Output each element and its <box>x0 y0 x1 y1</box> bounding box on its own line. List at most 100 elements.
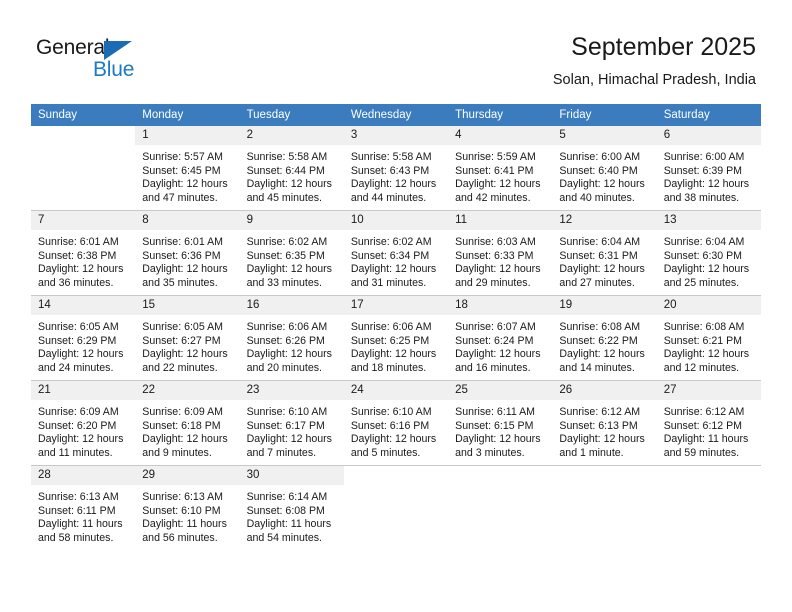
calendar-day-cell[interactable]: 23 Sunrise: 6:10 AM Sunset: 6:17 PM Dayligh… <box>239 380 344 466</box>
calendar-week-row: 21 Sunrise: 6:09 AM Sunset: 6:20 PM Dayligh… <box>31 380 761 466</box>
calendar-day-cell[interactable]: 15 Sunrise: 6:05 AM Sunset: 6:27 PM Dayligh… <box>135 295 240 381</box>
calendar-day-cell[interactable]: 8 Sunrise: 6:01 AM Sunset: 6:36 PM Daylight… <box>135 210 240 296</box>
calendar-day-cell[interactable]: 14 Sunrise: 6:05 AM Sunset: 6:29 PM Dayligh… <box>31 295 136 381</box>
sunrise-time: Sunrise: 6:11 AM <box>455 406 536 418</box>
calendar-day-cell[interactable]: 11 Sunrise: 6:03 AM Sunset: 6:33 PM Dayligh… <box>448 210 553 296</box>
calendar-day-cell[interactable]: 21 Sunrise: 6:09 AM Sunset: 6:20 PM Dayligh… <box>31 380 136 466</box>
calendar-cell-empty <box>31 126 136 211</box>
day-cell-content: 24 Sunrise: 6:10 AM Sunset: 6:16 PM Dayligh… <box>343 381 449 465</box>
weekday-header-friday: Friday <box>552 104 657 126</box>
day-cell-content: 6 Sunrise: 6:00 AM Sunset: 6:39 PM Daylight… <box>656 126 761 210</box>
calendar-day-cell[interactable]: 25 Sunrise: 6:11 AM Sunset: 6:15 PM Dayligh… <box>448 380 553 466</box>
day-number: 26 <box>552 381 657 400</box>
day-number: 18 <box>448 296 553 315</box>
day-number: 23 <box>239 381 344 400</box>
day-cell-content: 14 Sunrise: 6:05 AM Sunset: 6:29 PM Dayligh… <box>31 296 136 380</box>
calendar-day-cell[interactable]: 22 Sunrise: 6:09 AM Sunset: 6:18 PM Dayligh… <box>135 380 240 466</box>
calendar-cell-empty <box>552 465 657 550</box>
day-number: 3 <box>343 126 449 145</box>
day-cell-content: 21 Sunrise: 6:09 AM Sunset: 6:20 PM Dayligh… <box>31 381 136 465</box>
calendar-day-cell[interactable]: 5 Sunrise: 6:00 AM Sunset: 6:40 PM Daylight… <box>552 126 657 211</box>
daylight-duration-line1: Daylight: 12 hours <box>246 178 332 191</box>
calendar-day-cell[interactable]: 3 Sunrise: 5:58 AM Sunset: 6:43 PM Daylight… <box>343 126 449 211</box>
sun-times-info: Sunrise: 6:14 AM Sunset: 6:08 PM Daylight:… <box>240 485 344 545</box>
calendar-day-cell[interactable]: 10 Sunrise: 6:02 AM Sunset: 6:34 PM Dayligh… <box>343 210 449 296</box>
daylight-duration-line1: Daylight: 11 hours <box>246 518 332 531</box>
calendar-day-cell[interactable]: 27 Sunrise: 6:12 AM Sunset: 6:12 PM Dayligh… <box>656 380 761 466</box>
sunset-time: Sunset: 6:35 PM <box>246 249 325 262</box>
day-cell-content: 30 Sunrise: 6:14 AM Sunset: 6:08 PM Dayligh… <box>239 466 344 550</box>
calendar-day-cell[interactable]: 20 Sunrise: 6:08 AM Sunset: 6:21 PM Dayligh… <box>656 295 761 381</box>
day-number: 16 <box>239 296 344 315</box>
daylight-duration-line1: Daylight: 12 hours <box>663 348 750 361</box>
calendar-day-cell[interactable]: 17 Sunrise: 6:06 AM Sunset: 6:25 PM Dayligh… <box>343 295 449 381</box>
day-cell-content: 29 Sunrise: 6:13 AM Sunset: 6:10 PM Dayligh… <box>135 466 240 550</box>
sun-times-info: Sunrise: 6:09 AM Sunset: 6:20 PM Daylight:… <box>31 400 135 460</box>
calendar-day-cell[interactable]: 12 Sunrise: 6:04 AM Sunset: 6:31 PM Dayligh… <box>552 210 657 296</box>
sunrise-time: Sunrise: 6:09 AM <box>142 406 223 418</box>
sun-times-info: Sunrise: 6:09 AM Sunset: 6:18 PM Daylight:… <box>135 400 239 460</box>
day-number: 27 <box>656 381 761 400</box>
weekday-header-wednesday: Wednesday <box>343 104 449 126</box>
sun-times-info: Sunrise: 5:58 AM Sunset: 6:43 PM Daylight:… <box>344 145 448 205</box>
sun-times-info: Sunrise: 6:12 AM Sunset: 6:13 PM Daylight:… <box>552 400 656 460</box>
sunrise-time: Sunrise: 6:08 AM <box>663 321 745 333</box>
sunrise-time: Sunrise: 6:06 AM <box>350 321 432 333</box>
day-number: 22 <box>135 381 240 400</box>
calendar-day-cell[interactable]: 30 Sunrise: 6:14 AM Sunset: 6:08 PM Dayligh… <box>239 465 344 550</box>
day-number: 4 <box>448 126 553 145</box>
sunrise-time: Sunrise: 6:02 AM <box>350 236 432 248</box>
day-number: 15 <box>135 296 240 315</box>
sunrise-time: Sunrise: 6:01 AM <box>142 236 223 248</box>
calendar-day-cell[interactable]: 1 Sunrise: 5:57 AM Sunset: 6:45 PM Daylight… <box>135 126 240 211</box>
sunrise-time: Sunrise: 6:14 AM <box>246 491 328 503</box>
day-number: 2 <box>239 126 344 145</box>
day-number: 1 <box>135 126 240 145</box>
daylight-duration-line1: Daylight: 12 hours <box>246 263 332 276</box>
calendar-day-cell[interactable]: 2 Sunrise: 5:58 AM Sunset: 6:44 PM Daylight… <box>239 126 344 211</box>
sunrise-time: Sunrise: 6:05 AM <box>38 321 119 333</box>
calendar-cell-empty <box>343 465 449 550</box>
day-number: 19 <box>552 296 657 315</box>
sunset-time: Sunset: 6:12 PM <box>663 419 743 432</box>
calendar-day-cell[interactable]: 9 Sunrise: 6:02 AM Sunset: 6:35 PM Daylight… <box>239 210 344 296</box>
sunrise-time: Sunrise: 6:02 AM <box>246 236 328 248</box>
calendar-day-cell[interactable]: 18 Sunrise: 6:07 AM Sunset: 6:24 PM Dayligh… <box>448 295 553 381</box>
logo-text-blue: Blue <box>93 58 135 81</box>
sun-times-info: Sunrise: 6:12 AM Sunset: 6:12 PM Daylight:… <box>657 400 761 460</box>
calendar-day-cell[interactable]: 13 Sunrise: 6:04 AM Sunset: 6:30 PM Dayligh… <box>656 210 761 296</box>
daylight-duration-line2: and 22 minutes. <box>142 361 218 374</box>
calendar-day-cell[interactable]: 29 Sunrise: 6:13 AM Sunset: 6:10 PM Dayligh… <box>135 465 240 550</box>
daylight-duration-line1: Daylight: 12 hours <box>559 178 645 191</box>
daylight-duration-line2: and 14 minutes. <box>559 361 635 374</box>
sunrise-time: Sunrise: 6:04 AM <box>559 236 641 248</box>
sunrise-time: Sunrise: 6:00 AM <box>663 151 745 163</box>
calendar-day-cell[interactable]: 26 Sunrise: 6:12 AM Sunset: 6:13 PM Dayligh… <box>552 380 657 466</box>
day-number: 12 <box>552 211 657 230</box>
sunrise-time: Sunrise: 6:05 AM <box>142 321 223 333</box>
daylight-duration-line1: Daylight: 12 hours <box>142 178 228 191</box>
daylight-duration-line2: and 7 minutes. <box>246 446 317 459</box>
daylight-duration-line2: and 3 minutes. <box>455 446 525 459</box>
sunrise-time: Sunrise: 5:58 AM <box>246 151 328 163</box>
calendar-day-cell[interactable]: 24 Sunrise: 6:10 AM Sunset: 6:16 PM Dayligh… <box>343 380 449 466</box>
calendar-day-cell[interactable]: 4 Sunrise: 5:59 AM Sunset: 6:41 PM Daylight… <box>448 126 553 211</box>
daylight-duration-line2: and 24 minutes. <box>38 361 114 374</box>
sunset-time: Sunset: 6:39 PM <box>663 164 743 177</box>
daylight-duration-line1: Daylight: 12 hours <box>455 178 541 191</box>
sunset-time: Sunset: 6:44 PM <box>246 164 325 177</box>
daylight-duration-line2: and 42 minutes. <box>455 191 531 204</box>
sunset-time: Sunset: 6:30 PM <box>663 249 743 262</box>
sunset-time: Sunset: 6:18 PM <box>142 419 221 432</box>
calendar-day-cell[interactable]: 7 Sunrise: 6:01 AM Sunset: 6:38 PM Daylight… <box>31 210 136 296</box>
sun-times-info: Sunrise: 5:59 AM Sunset: 6:41 PM Daylight:… <box>448 145 552 205</box>
calendar-day-cell[interactable]: 6 Sunrise: 6:00 AM Sunset: 6:39 PM Daylight… <box>656 126 761 211</box>
calendar-week-row: 28 Sunrise: 6:13 AM Sunset: 6:11 PM Dayligh… <box>31 465 761 550</box>
sunset-time: Sunset: 6:22 PM <box>559 334 638 347</box>
day-number: 29 <box>135 466 240 485</box>
calendar-day-cell[interactable]: 28 Sunrise: 6:13 AM Sunset: 6:11 PM Dayligh… <box>31 465 136 550</box>
daylight-duration-line2: and 12 minutes. <box>663 361 740 374</box>
day-cell-content: 2 Sunrise: 5:58 AM Sunset: 6:44 PM Daylight… <box>239 126 344 210</box>
calendar-day-cell[interactable]: 19 Sunrise: 6:08 AM Sunset: 6:22 PM Dayligh… <box>552 295 657 381</box>
calendar-day-cell[interactable]: 16 Sunrise: 6:06 AM Sunset: 6:26 PM Dayligh… <box>239 295 344 381</box>
